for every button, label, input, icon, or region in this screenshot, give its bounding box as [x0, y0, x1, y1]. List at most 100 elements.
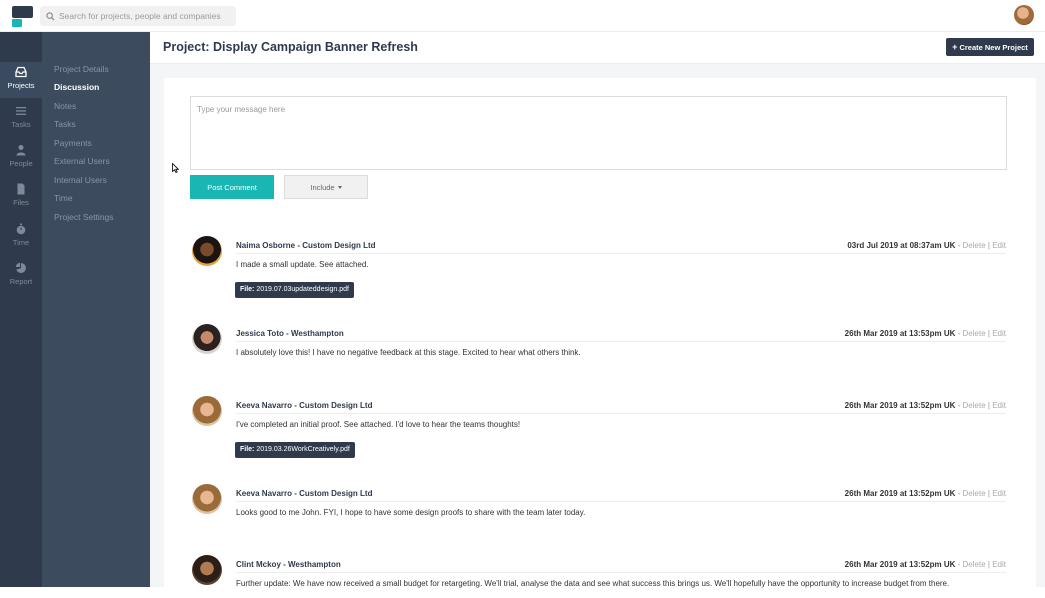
comment-meta: 26th Mar 2019 at 13:52pm UK - Delete | E… [845, 560, 1006, 569]
include-dropdown[interactable]: Include [284, 175, 368, 199]
main-content: Project: Display Campaign Banner Refresh… [150, 32, 1045, 598]
include-label: Include [310, 182, 335, 192]
edit-link[interactable]: Edit [992, 329, 1006, 338]
project-subnav: Project Details Discussion Notes Tasks P… [42, 32, 150, 587]
file-attachment[interactable]: File: 2019.03.26WorkCreatively.pdf [235, 442, 355, 458]
meta-separator: - [957, 489, 961, 498]
meta-separator: - [957, 560, 961, 569]
rail-item-tasks[interactable]: Tasks [0, 101, 42, 137]
subnav-item-payments[interactable]: Payments [54, 138, 92, 148]
post-comment-button[interactable]: Post Comment [190, 175, 274, 199]
subnav-item-project-details[interactable]: Project Details [54, 64, 109, 74]
comment-date: 26th Mar 2019 at 13:53pm UK [844, 329, 956, 338]
rail-label: Report [9, 277, 33, 286]
rail-item-projects[interactable]: Projects [0, 62, 42, 98]
comment-avatar [192, 555, 222, 585]
rail-item-files[interactable]: Files [0, 179, 42, 215]
meta-separator: - [957, 401, 961, 410]
file-icon [17, 183, 25, 195]
search-input[interactable] [59, 11, 229, 21]
rail-label: Time [12, 238, 30, 247]
comment-avatar [192, 396, 222, 426]
subnav-item-tasks[interactable]: Tasks [54, 119, 76, 129]
file-prefix: File: [240, 286, 255, 293]
comment-meta: 03rd Jul 2019 at 08:37am UK - Delete | E… [847, 241, 1006, 250]
subnav-item-notes[interactable]: Notes [54, 101, 76, 111]
comment-divider [236, 253, 1006, 254]
meta-separator: - [957, 329, 961, 338]
comment-divider [236, 572, 1006, 573]
subnav-item-internal-users[interactable]: Internal Users [54, 175, 107, 185]
subnav-item-time[interactable]: Time [54, 193, 73, 203]
caret-down-icon [337, 186, 342, 190]
message-textarea[interactable] [190, 96, 1007, 170]
delete-link[interactable]: Delete [963, 489, 986, 498]
comment-date: 03rd Jul 2019 at 08:37am UK [847, 241, 956, 250]
rail-item-people[interactable]: People [0, 140, 42, 176]
comment-text: I made a small update. See attached. [236, 260, 369, 269]
comment-meta: 26th Mar 2019 at 13:52pm UK - Delete | E… [845, 401, 1006, 410]
person-icon [16, 145, 26, 156]
comment-author: Clint Mckoy - Westhampton [236, 560, 341, 569]
subnav-item-external-users[interactable]: External Users [54, 156, 110, 166]
file-prefix: File: [240, 446, 255, 453]
comment-author: Jessica Toto - Westhampton [236, 329, 344, 338]
comment-meta: 26th Mar 2019 at 13:52pm UK - Delete | E… [845, 489, 1006, 498]
comment-avatar [192, 484, 222, 514]
comment-text: Looks good to me John. FYI, I hope to ha… [236, 508, 586, 517]
comment-author: Keeva Navarro - Custom Design Ltd [236, 401, 373, 410]
comment-date: 26th Mar 2019 at 13:52pm UK [844, 401, 956, 410]
comment-divider [236, 341, 1006, 342]
pie-chart-icon [15, 262, 26, 273]
inbox-icon [15, 66, 27, 78]
comment-date: 26th Mar 2019 at 13:52pm UK [844, 489, 956, 498]
file-attachment[interactable]: File: 2019.07.03updateddesign.pdf [235, 282, 354, 298]
rail-label: Files [13, 198, 29, 207]
rail-item-time[interactable]: Time [0, 219, 42, 255]
icon-rail: Projects Tasks People Files Time Report [0, 32, 42, 587]
subnav-item-project-settings[interactable]: Project Settings [54, 212, 114, 222]
meta-pipe: | [987, 401, 990, 410]
comment-author: Naima Osborne - Custom Design Ltd [236, 241, 376, 250]
comment-meta: 26th Mar 2019 at 13:53pm UK - Delete | E… [845, 329, 1006, 338]
user-avatar[interactable] [1014, 5, 1034, 25]
subnav-item-discussion[interactable]: Discussion [54, 82, 99, 92]
meta-pipe: | [987, 489, 990, 498]
file-name: 2019.03.26WorkCreatively.pdf [256, 446, 350, 453]
edit-link[interactable]: Edit [992, 560, 1006, 569]
top-bar [0, 0, 1045, 32]
meta-separator: - [957, 241, 961, 250]
app-logo[interactable] [12, 6, 33, 27]
comment-text: I've completed an initial proof. See att… [236, 420, 521, 429]
create-new-project-button[interactable]: + Create New Project [946, 38, 1034, 56]
page-title: Project: Display Campaign Banner Refresh [163, 40, 418, 54]
comment-text: I absolutely love this! I have no negati… [236, 348, 581, 357]
mouse-cursor-icon [172, 163, 179, 173]
rail-item-report[interactable]: Report [0, 258, 42, 294]
meta-pipe: | [987, 560, 990, 569]
comment-date: 26th Mar 2019 at 13:52pm UK [844, 560, 956, 569]
edit-link[interactable]: Edit [992, 241, 1006, 250]
stopwatch-icon [16, 223, 26, 235]
delete-link[interactable]: Delete [963, 329, 986, 338]
file-name: 2019.07.03updateddesign.pdf [256, 286, 349, 293]
comment-author: Keeva Navarro - Custom Design Ltd [236, 489, 373, 498]
rail-label: Projects [7, 81, 35, 90]
discussion-panel: Post Comment Include Naima Osborne - Cus… [164, 78, 1036, 598]
delete-link[interactable]: Delete [963, 401, 986, 410]
plus-icon: + [952, 42, 958, 52]
comment-divider [236, 501, 1006, 502]
search-box[interactable] [40, 6, 236, 26]
meta-pipe: | [987, 241, 990, 250]
rail-label: People [9, 159, 33, 168]
search-icon [46, 11, 55, 21]
meta-pipe: | [987, 329, 990, 338]
delete-link[interactable]: Delete [963, 241, 986, 250]
create-new-project-label: Create New Project [959, 43, 1028, 52]
edit-link[interactable]: Edit [992, 489, 1006, 498]
edit-link[interactable]: Edit [992, 401, 1006, 410]
rail-label: Tasks [11, 120, 31, 129]
comment-avatar [192, 324, 222, 354]
delete-link[interactable]: Delete [963, 560, 986, 569]
list-icon [16, 107, 26, 115]
